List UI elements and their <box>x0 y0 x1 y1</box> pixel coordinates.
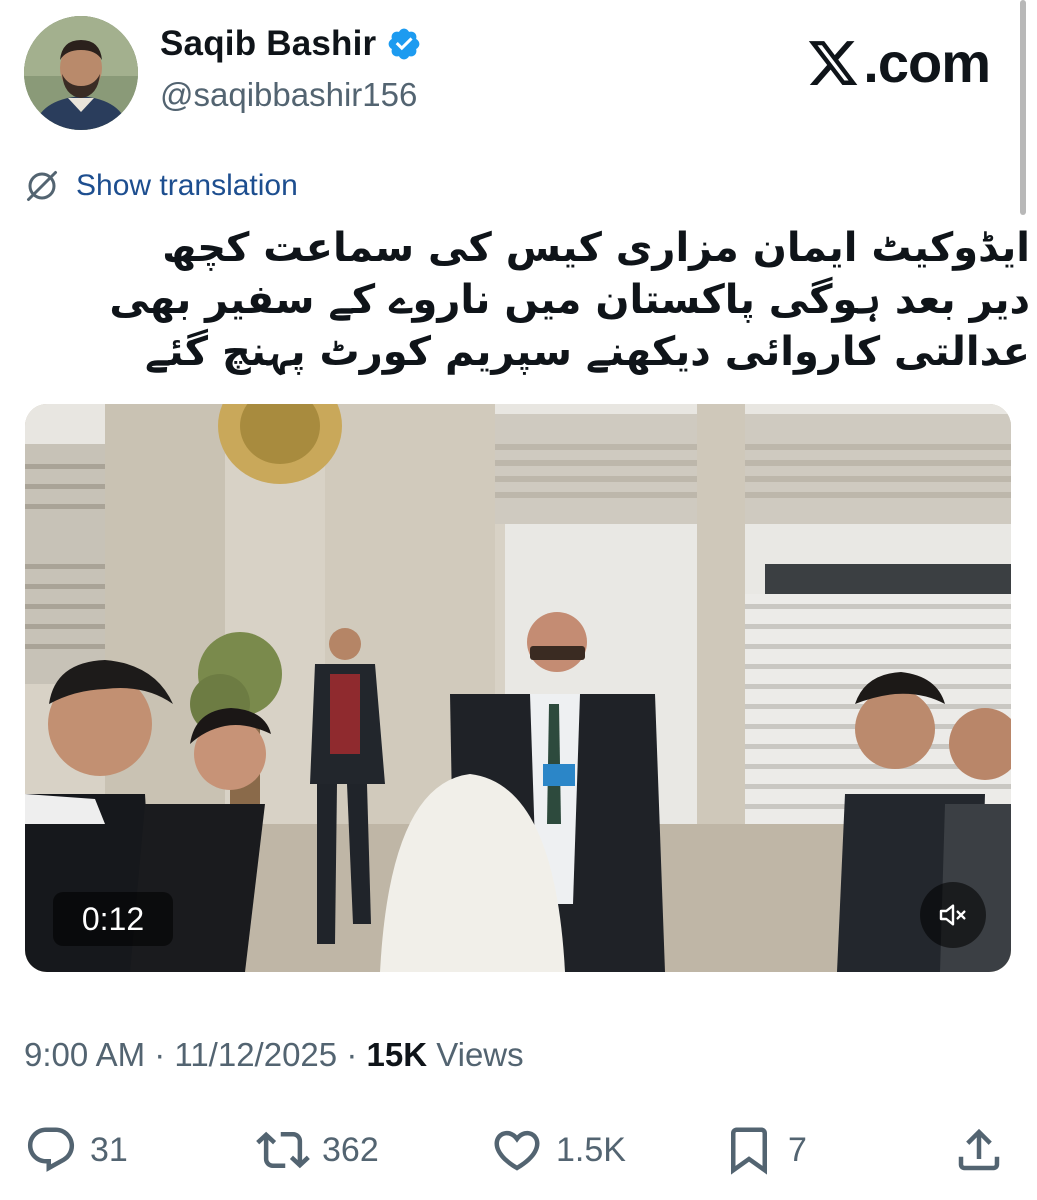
like-button[interactable]: 1.5K <box>490 1118 626 1182</box>
meta-separator: · <box>154 1036 166 1073</box>
bookmark-icon <box>731 1127 767 1175</box>
verified-badge-icon <box>388 28 420 60</box>
share-icon <box>958 1128 1000 1171</box>
views-count[interactable]: 15K <box>366 1036 427 1073</box>
author-name-row[interactable]: Saqib Bashir <box>160 24 422 64</box>
like-count: 1.5K <box>556 1130 626 1169</box>
show-translation-link[interactable]: Show translation <box>24 168 298 204</box>
scrollbar[interactable] <box>1020 0 1026 215</box>
views-label[interactable]: Views <box>436 1036 523 1073</box>
repost-icon <box>256 1131 310 1169</box>
share-button[interactable] <box>952 1118 1018 1182</box>
brand-domain: .com <box>863 31 991 94</box>
heart-icon <box>494 1130 540 1171</box>
video-frame <box>25 404 1011 972</box>
avatar-image <box>24 16 138 130</box>
tweet-time[interactable]: 9:00 AM <box>24 1036 145 1073</box>
bookmark-count: 7 <box>788 1130 807 1169</box>
reply-count: 31 <box>90 1130 128 1169</box>
tweet-date[interactable]: 11/12/2025 <box>174 1036 337 1073</box>
video-duration-badge: 0:12 <box>53 892 173 946</box>
x-logo-icon <box>809 40 858 85</box>
action-bar: 31 362 1.5K 7 <box>0 1118 1037 1182</box>
globe-slash-icon <box>27 171 57 201</box>
speaker-muted-icon <box>939 904 966 926</box>
repost-button[interactable]: 362 <box>256 1118 379 1182</box>
tweet-text: ایڈوکیٹ ایمان مزاری کیس کی سماعت کچھ دیر… <box>109 225 1030 375</box>
bookmark-button[interactable]: 7 <box>722 1118 807 1182</box>
mute-button[interactable] <box>920 882 986 948</box>
author-display-name[interactable]: Saqib Bashir <box>160 24 376 64</box>
meta-separator: · <box>346 1036 358 1073</box>
video-player[interactable]: 0:12 <box>25 404 1011 972</box>
author-handle[interactable]: @saqibbashir156 <box>160 76 417 114</box>
show-translation-label[interactable]: Show translation <box>76 169 298 203</box>
tweet-meta: 9:00 AM · 11/12/2025 · 15K Views <box>24 1036 524 1074</box>
avatar[interactable] <box>24 16 138 130</box>
brand-watermark: .com <box>805 30 991 95</box>
reply-button[interactable]: 31 <box>24 1118 128 1182</box>
repost-count: 362 <box>322 1130 379 1169</box>
reply-icon <box>27 1127 75 1172</box>
